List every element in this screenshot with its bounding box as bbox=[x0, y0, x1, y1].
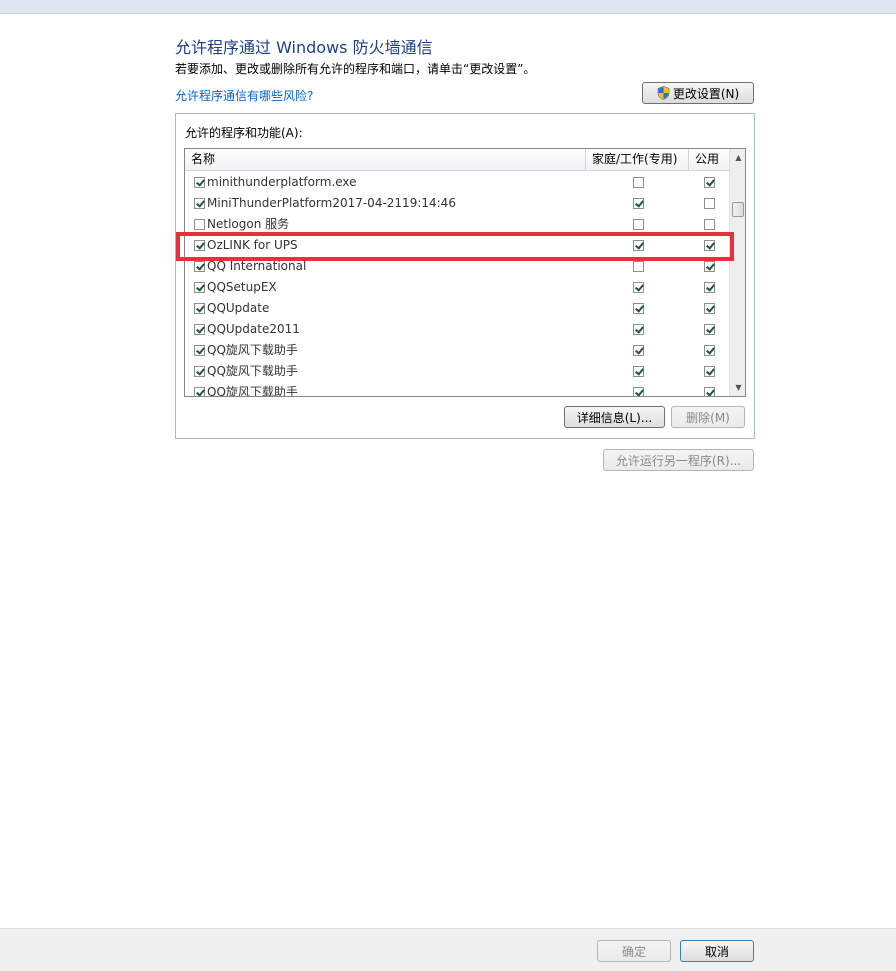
program-name: QQUpdate bbox=[207, 301, 270, 315]
list-item[interactable]: OzLINK for UPS bbox=[185, 235, 729, 256]
public-checkbox[interactable] bbox=[704, 282, 715, 293]
top-strip bbox=[0, 0, 896, 14]
public-checkbox[interactable] bbox=[704, 177, 715, 188]
home-work-checkbox[interactable] bbox=[633, 345, 644, 356]
column-header-name[interactable]: 名称 bbox=[185, 149, 585, 171]
details-button[interactable]: 详细信息(L)... bbox=[564, 406, 665, 428]
public-checkbox[interactable] bbox=[704, 198, 715, 209]
program-name: QQ旋风下载助手 bbox=[207, 343, 298, 357]
program-enabled-checkbox[interactable] bbox=[194, 219, 205, 230]
list-item[interactable]: QQSetupEX bbox=[185, 277, 729, 298]
ok-button[interactable]: 确定 bbox=[597, 940, 671, 962]
list-item[interactable]: QQ旋风下载助手 bbox=[185, 361, 729, 382]
program-enabled-checkbox[interactable] bbox=[194, 345, 205, 356]
program-name: OzLINK for UPS bbox=[207, 238, 298, 252]
list-item[interactable]: Netlogon 服务 bbox=[185, 214, 729, 235]
home-work-checkbox[interactable] bbox=[633, 261, 644, 272]
program-enabled-checkbox[interactable] bbox=[194, 366, 205, 377]
footer-bar bbox=[0, 928, 896, 971]
public-checkbox[interactable] bbox=[704, 219, 715, 230]
program-rows: minithunderplatform.exe MiniThunderPlatfo… bbox=[185, 172, 729, 397]
list-item[interactable]: minithunderplatform.exe bbox=[185, 172, 729, 193]
page-subtitle: 若要添加、更改或删除所有允许的程序和端口，请单击“更改设置”。 bbox=[175, 62, 536, 76]
cancel-button[interactable]: 取消 bbox=[680, 940, 754, 962]
home-work-checkbox[interactable] bbox=[633, 240, 644, 251]
scroll-down-arrow-icon[interactable]: ▼ bbox=[730, 379, 745, 396]
uac-shield-icon bbox=[657, 86, 670, 100]
vertical-scrollbar[interactable]: ▲ ▼ bbox=[729, 149, 745, 396]
program-name: QQUpdate2011 bbox=[207, 322, 300, 336]
program-enabled-checkbox[interactable] bbox=[194, 387, 205, 396]
program-enabled-checkbox[interactable] bbox=[194, 240, 205, 251]
list-item[interactable]: MiniThunderPlatform2017-04-2119:14:46 bbox=[185, 193, 729, 214]
home-work-checkbox[interactable] bbox=[633, 303, 644, 314]
allowed-programs-label: 允许的程序和功能(A): bbox=[185, 126, 303, 140]
list-item[interactable]: QQ旋风下载助手 bbox=[185, 340, 729, 361]
list-item[interactable]: QQUpdate2011 bbox=[185, 319, 729, 340]
program-enabled-checkbox[interactable] bbox=[194, 177, 205, 188]
public-checkbox[interactable] bbox=[704, 303, 715, 314]
program-enabled-checkbox[interactable] bbox=[194, 198, 205, 209]
change-settings-button[interactable]: 更改设置(N) bbox=[642, 82, 754, 104]
program-name: QQ International bbox=[207, 259, 307, 273]
delete-button[interactable]: 删除(M) bbox=[671, 406, 745, 428]
list-item[interactable]: QQ旋风下载助手 bbox=[185, 382, 729, 397]
scroll-thumb[interactable] bbox=[732, 202, 744, 217]
change-settings-label: 更改设置(N) bbox=[672, 86, 740, 101]
program-enabled-checkbox[interactable] bbox=[194, 261, 205, 272]
program-name: QQ旋风下载助手 bbox=[207, 364, 298, 378]
public-checkbox[interactable] bbox=[704, 387, 715, 396]
scroll-up-arrow-icon[interactable]: ▲ bbox=[730, 149, 745, 166]
column-header-public[interactable]: 公用 bbox=[689, 149, 729, 171]
public-checkbox[interactable] bbox=[704, 261, 715, 272]
home-work-checkbox[interactable] bbox=[633, 282, 644, 293]
list-item[interactable]: QQUpdate bbox=[185, 298, 729, 319]
public-checkbox[interactable] bbox=[704, 324, 715, 335]
list-header: 名称 家庭/工作(专用) 公用 bbox=[185, 149, 729, 171]
program-enabled-checkbox[interactable] bbox=[194, 282, 205, 293]
home-work-checkbox[interactable] bbox=[633, 324, 644, 335]
program-name: MiniThunderPlatform2017-04-2119:14:46 bbox=[207, 196, 456, 210]
page-title: 允许程序通过 Windows 防火墙通信 bbox=[175, 38, 433, 57]
allow-another-program-button[interactable]: 允许运行另一程序(R)... bbox=[603, 449, 754, 471]
program-name: QQ旋风下载助手 bbox=[207, 385, 298, 397]
home-work-checkbox[interactable] bbox=[633, 219, 644, 230]
home-work-checkbox[interactable] bbox=[633, 366, 644, 377]
program-name: Netlogon 服务 bbox=[207, 217, 290, 231]
home-work-checkbox[interactable] bbox=[633, 177, 644, 188]
home-work-checkbox[interactable] bbox=[633, 198, 644, 209]
program-enabled-checkbox[interactable] bbox=[194, 324, 205, 335]
program-enabled-checkbox[interactable] bbox=[194, 303, 205, 314]
list-item[interactable]: QQ International bbox=[185, 256, 729, 277]
public-checkbox[interactable] bbox=[704, 345, 715, 356]
home-work-checkbox[interactable] bbox=[633, 387, 644, 396]
public-checkbox[interactable] bbox=[704, 240, 715, 251]
program-name: QQSetupEX bbox=[207, 280, 277, 294]
column-header-home[interactable]: 家庭/工作(专用) bbox=[586, 149, 688, 171]
public-checkbox[interactable] bbox=[704, 366, 715, 377]
program-name: minithunderplatform.exe bbox=[207, 175, 357, 189]
allowed-programs-list[interactable]: 名称 家庭/工作(专用) 公用 minithunderplatform.exe M… bbox=[184, 148, 746, 397]
risk-info-link[interactable]: 允许程序通信有哪些风险? bbox=[175, 87, 313, 104]
